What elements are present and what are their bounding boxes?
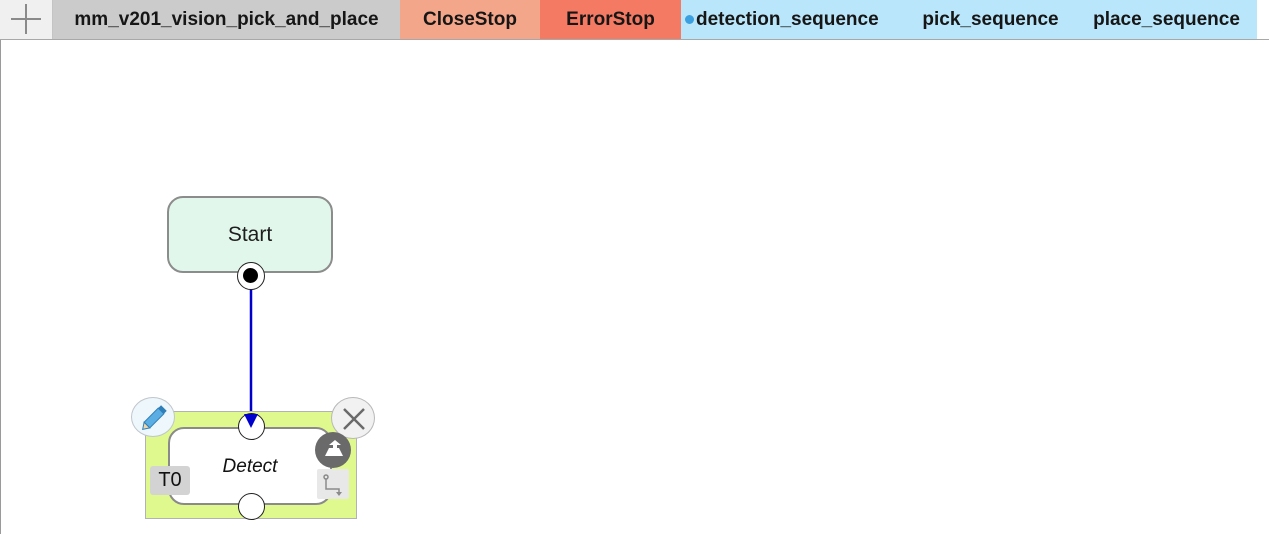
upload-node-button[interactable] (315, 432, 351, 468)
detect-output-port[interactable] (238, 493, 265, 520)
tool-badge: T0 (150, 466, 190, 495)
pencil-icon (142, 405, 167, 430)
route-node-button[interactable] (317, 469, 349, 499)
detect-input-port[interactable] (238, 413, 265, 440)
start-output-port[interactable] (237, 262, 265, 290)
cloud-upload-icon (325, 440, 343, 456)
edit-node-button[interactable] (131, 397, 175, 437)
route-icon (323, 474, 342, 496)
